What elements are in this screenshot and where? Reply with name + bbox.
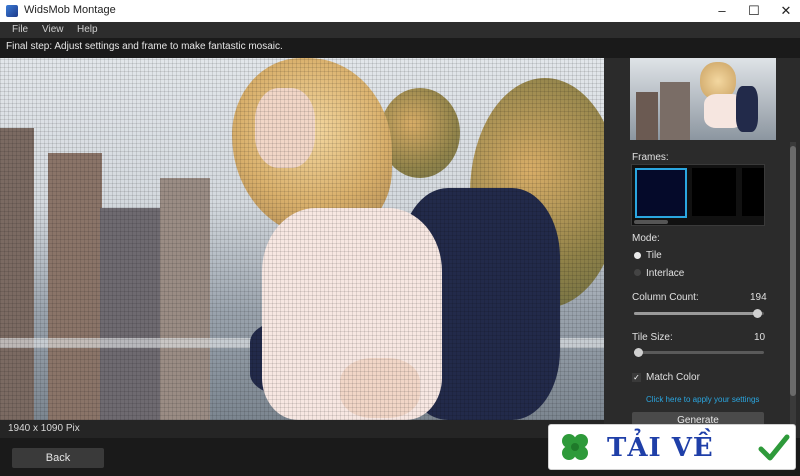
apply-settings-link[interactable]: Click here to apply your settings [646,395,759,404]
menu-view[interactable]: View [42,24,64,35]
source-thumbnail [630,58,776,140]
match-color-label[interactable]: Match Color [646,372,700,383]
maximize-button[interactable]: ☐ [736,0,772,22]
watermark-text: TẢI VỀ [607,433,714,463]
menu-file[interactable]: File [12,24,28,35]
minimize-button[interactable]: – [704,0,740,22]
thumb-coat [736,86,758,132]
menu-bar: File View Help [0,22,800,38]
thumb-building [660,82,690,140]
step-bar: Final step: Adjust settings and frame to… [0,38,800,58]
column-count-slider[interactable] [634,309,764,318]
panel-scrollbar[interactable] [790,142,796,436]
frame-option[interactable] [692,168,736,216]
watermark-badge: TẢI VỀ [548,424,796,470]
menu-help[interactable]: Help [77,24,98,35]
settings-panel: Frames: Mode: Tile Interlace Column Coun… [604,58,800,438]
match-color-checkbox[interactable]: ✓ [632,373,641,382]
image-dimensions: 1940 x 1090 Pix [8,423,80,434]
panel-scrollbar-thumb[interactable] [790,146,796,396]
tile-size-slider[interactable] [634,348,764,357]
mode-tile-radio[interactable] [634,252,641,259]
frames-label: Frames: [632,152,669,163]
column-count-label: Column Count: [632,292,699,303]
frames-scrollbar[interactable] [634,220,668,224]
tile-size-value: 10 [754,332,766,343]
mode-interlace-radio[interactable] [634,269,641,276]
checkmark-icon [758,434,790,461]
mode-tile-label[interactable]: Tile [646,250,662,261]
close-button[interactable]: ✕ [768,0,800,22]
mode-label: Mode: [632,233,660,244]
column-count-slider-fill [634,312,757,315]
mosaic-preview[interactable] [0,58,604,420]
status-bar: 1940 x 1090 Pix [0,420,604,438]
title-bar: WidsMob Montage – ☐ ✕ [0,0,800,22]
clover-icon [562,434,588,460]
frames-gallery [631,164,765,226]
mode-interlace-label[interactable]: Interlace [646,268,684,279]
step-instruction: Final step: Adjust settings and frame to… [6,41,283,52]
column-count-value: 194 [750,292,767,303]
frame-option[interactable] [742,168,764,216]
mosaic-grid-overlay [0,58,604,420]
tile-size-slider-knob[interactable] [634,348,643,357]
thumb-building [636,92,658,140]
column-count-slider-knob[interactable] [753,309,762,318]
window-title: WidsMob Montage [24,4,116,16]
tile-size-label: Tile Size: [632,332,673,343]
frame-option-selected[interactable] [635,168,687,218]
app-logo-icon [6,5,18,17]
back-button[interactable]: Back [12,448,104,468]
